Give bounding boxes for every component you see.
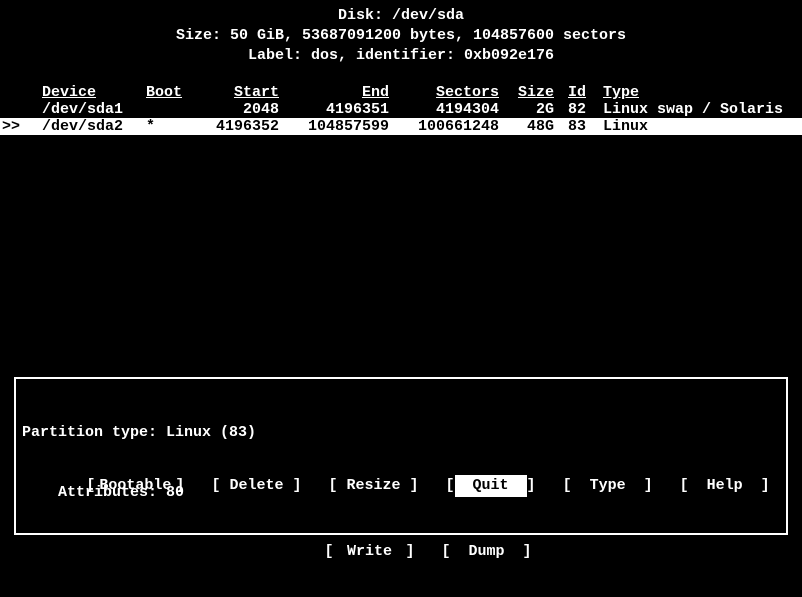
cell-type: Linux swap / Solaris [601, 101, 802, 118]
cell-start: 4196352 [201, 118, 291, 135]
menu-quit[interactable]: [Quit] [446, 475, 536, 497]
disk-label-line: Label: dos, identifier: 0xb092e176 [0, 46, 802, 66]
menu-bootable[interactable]: [Bootable] [86, 475, 184, 497]
cell-end: 104857599 [291, 118, 401, 135]
cell-end: 4196351 [291, 101, 401, 118]
disk-size-line: Size: 50 GiB, 53687091200 bytes, 1048576… [0, 26, 802, 46]
col-size: Size [511, 84, 566, 101]
col-device: Device [36, 84, 146, 101]
menu-row-1: [Bootable] [Delete] [Resize] [Quit] [Typ… [50, 453, 769, 519]
menu-type[interactable]: [Type] [563, 475, 653, 497]
cell-boot: * [146, 118, 201, 135]
menu-resize[interactable]: [Resize] [328, 475, 418, 497]
table-row[interactable]: >> /dev/sda2 * 4196352 104857599 1006612… [0, 118, 802, 135]
cell-device: /dev/sda1 [36, 101, 146, 118]
cell-type: Linux [601, 118, 802, 135]
cell-device: /dev/sda2 [36, 118, 146, 135]
disk-header: Disk: /dev/sda Size: 50 GiB, 53687091200… [0, 0, 802, 66]
menu-delete[interactable]: [Delete] [211, 475, 301, 497]
table-header-row: Device Boot Start End Sectors Size Id Ty… [0, 84, 802, 101]
row-marker: >> [0, 118, 36, 135]
cell-id: 82 [566, 101, 601, 118]
menu-dump[interactable]: [Dump] [442, 541, 532, 563]
menu-write[interactable]: [Write] [324, 541, 414, 563]
col-boot: Boot [146, 84, 201, 101]
bottom-menu: [Bootable] [Delete] [Resize] [Quit] [Typ… [0, 431, 802, 585]
cell-size: 2G [511, 101, 566, 118]
col-id: Id [566, 84, 601, 101]
col-end: End [291, 84, 401, 101]
col-start: Start [201, 84, 291, 101]
cell-start: 2048 [201, 101, 291, 118]
menu-row-2: [Write] [Dump] [288, 519, 531, 585]
cell-sectors: 4194304 [401, 101, 511, 118]
cell-id: 83 [566, 118, 601, 135]
disk-prefix: Disk: [338, 7, 392, 24]
cell-boot [146, 101, 201, 118]
cell-sectors: 100661248 [401, 118, 511, 135]
disk-path: /dev/sda [392, 7, 464, 24]
col-type: Type [601, 84, 802, 101]
col-sectors: Sectors [401, 84, 511, 101]
partition-table: Device Boot Start End Sectors Size Id Ty… [0, 84, 802, 135]
row-marker [0, 101, 36, 118]
cell-size: 48G [511, 118, 566, 135]
menu-help[interactable]: [Help] [680, 475, 770, 497]
table-row[interactable]: /dev/sda1 2048 4196351 4194304 2G 82 Lin… [0, 101, 802, 118]
